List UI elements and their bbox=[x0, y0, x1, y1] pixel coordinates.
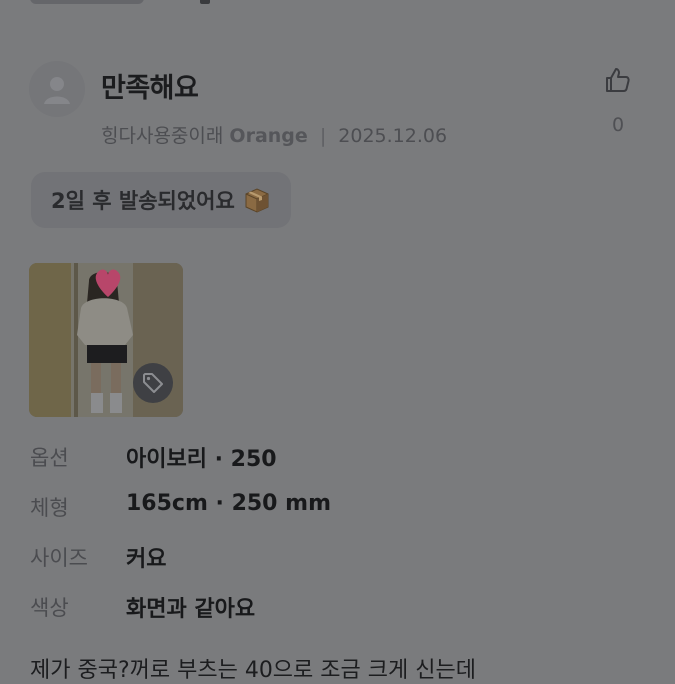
product-tag-button[interactable] bbox=[133, 363, 173, 403]
size-value: 커요 bbox=[126, 547, 167, 572]
review-author[interactable]: 힝다사용중이래 bbox=[101, 125, 223, 147]
thumbs-up-icon bbox=[606, 68, 630, 92]
review-title: 만족해요 bbox=[101, 73, 199, 104]
previous-section-marker bbox=[200, 0, 210, 4]
shipping-badge-text: 2일 후 발송되었어요 bbox=[51, 189, 235, 213]
color-label: 색상 bbox=[30, 596, 69, 620]
review-meta: 힝다사용중이래 Orange | 2025.12.06 bbox=[101, 121, 447, 148]
review-date: 2025.12.06 bbox=[338, 125, 448, 147]
meta-separator: | bbox=[319, 125, 327, 147]
price-tag-icon bbox=[143, 373, 163, 393]
option-value: 아이보리 · 250 bbox=[126, 447, 277, 472]
shipping-badge: 2일 후 발송되었어요 bbox=[31, 172, 291, 228]
like-button[interactable]: 0 bbox=[598, 66, 638, 136]
option-label: 옵션 bbox=[30, 446, 69, 470]
review-body: 제가 중국?꺼로 부츠는 40으로 조금 크게 신는데 bbox=[30, 658, 476, 683]
body-type-value: 165cm · 250 mm bbox=[126, 491, 331, 516]
avatar[interactable] bbox=[29, 61, 85, 117]
like-count: 0 bbox=[611, 114, 625, 136]
review-brand[interactable]: Orange bbox=[229, 125, 307, 147]
color-value: 화면과 같아요 bbox=[126, 597, 256, 622]
user-silhouette-icon bbox=[44, 77, 70, 104]
body-type-label: 체형 bbox=[30, 496, 69, 520]
package-icon bbox=[245, 188, 269, 213]
previous-section-thumbnail bbox=[30, 0, 144, 4]
size-label: 사이즈 bbox=[30, 546, 88, 570]
review-photo[interactable] bbox=[29, 263, 183, 417]
